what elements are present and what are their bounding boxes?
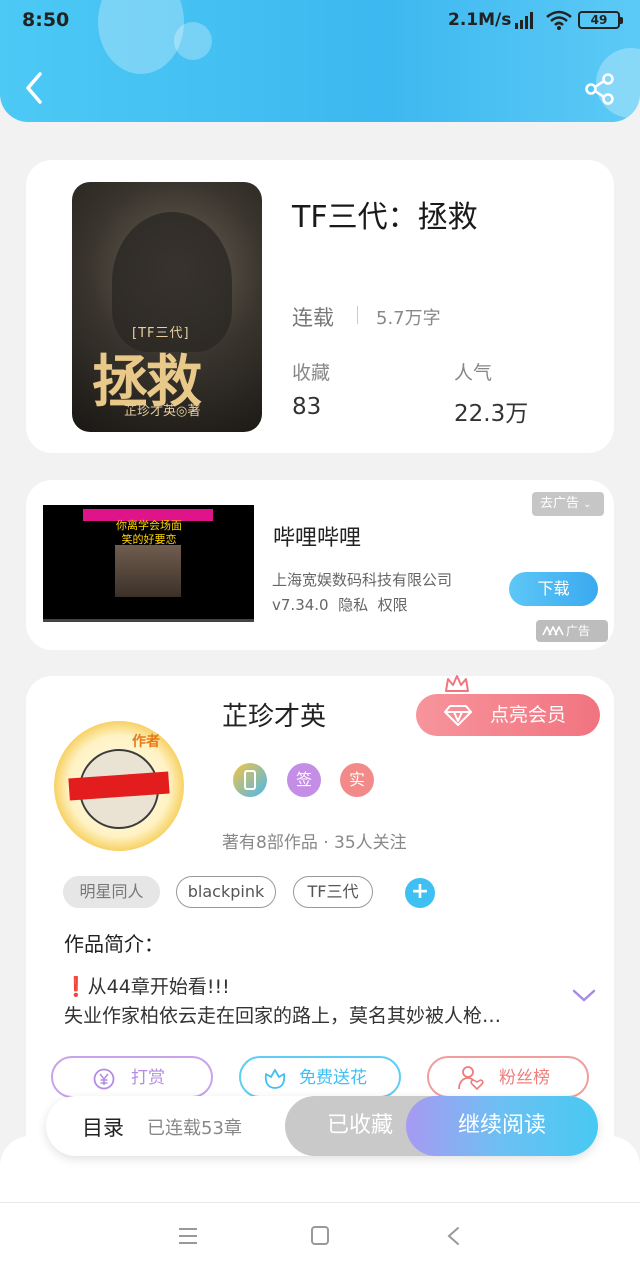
tag-pill[interactable]: 明星同人 [63, 876, 160, 908]
toc-label[interactable]: 目录 [82, 1112, 124, 1142]
intro-line: 失业作家柏依云走在回家的路上，莫名其妙被人枪… [64, 1005, 502, 1027]
ad-badge-label: 广告 [566, 624, 591, 638]
signed-badge[interactable]: 签 [287, 763, 321, 797]
ad-badge[interactable]: 广告 [536, 620, 608, 642]
signal-icon [515, 12, 533, 29]
phone-badge-icon[interactable] [233, 763, 267, 797]
cover-author: 芷珍才英◎著 [124, 404, 201, 419]
toc-count: 已连载53章 [147, 1118, 242, 1139]
phone-icon [244, 770, 256, 790]
ad-version-info[interactable]: v7.34.0 隐私 权限 [272, 594, 408, 615]
status-time: 8:50 [22, 9, 70, 31]
author-name[interactable]: 芷珍才英 [222, 696, 326, 733]
fans-ranking-button[interactable]: 粉丝榜 [427, 1056, 589, 1098]
wifi-icon [546, 10, 572, 30]
tag-pill[interactable]: TF三代 [293, 876, 373, 908]
ad-video-progress [43, 619, 254, 622]
ad-app-name: 哔哩哔哩 [273, 526, 362, 551]
back-nav-icon[interactable] [444, 1226, 464, 1246]
reward-button[interactable]: 打赏 [51, 1056, 213, 1098]
divider [357, 306, 358, 324]
popularity-label: 人气 [454, 362, 493, 384]
network-speed: 2.1M/s [448, 10, 512, 30]
verified-badge[interactable]: 实 [340, 763, 374, 797]
share-icon[interactable] [584, 73, 616, 105]
free-flower-button[interactable]: 免费送花 [239, 1056, 401, 1098]
add-tag-button[interactable]: + [405, 878, 435, 908]
book-cover[interactable]: [TF三代] 拯救 芷珍才英◎著 [72, 182, 262, 432]
chevron-down-icon: ⌄ [583, 499, 592, 510]
author-avatar[interactable]: 作者 [54, 721, 184, 851]
download-button[interactable]: 下载 [509, 572, 598, 606]
user-heart-icon [458, 1066, 484, 1091]
flower-label: 免费送花 [299, 1068, 367, 1088]
chevron-left-icon[interactable] [22, 70, 46, 106]
favorites-label: 收藏 [292, 362, 331, 384]
ad-video[interactable]: 你离学会场面 笑的好要恋 [43, 505, 254, 622]
book-title: TF三代：拯救 [292, 200, 478, 235]
status-bar: 8:50 2.1M/s 49 [0, 0, 640, 40]
author-stats: 著有8部作品 · 35人关注 [222, 833, 407, 853]
ad-logo-icon [542, 626, 564, 636]
battery-indicator: 49 [578, 11, 623, 29]
crown-icon [445, 675, 469, 692]
book-status: 连载 [292, 306, 334, 330]
header-bar: 8:50 2.1M/s 49 [0, 0, 640, 122]
vip-label: 点亮会员 [490, 704, 567, 726]
intro-label: 作品简介： [64, 932, 164, 956]
book-info-card: [TF三代] 拯救 芷珍才英◎著 TF三代：拯救 连载 5.7万字 收藏 83 … [26, 160, 614, 453]
coin-icon [93, 1068, 115, 1090]
vip-button[interactable]: 点亮会员 [416, 694, 600, 736]
home-icon[interactable] [309, 1226, 331, 1246]
ad-video-headline: 你离学会场面 笑的好要恋 [116, 519, 182, 546]
remove-ad-button[interactable]: 去广告 ⌄ [532, 492, 604, 516]
diamond-icon [444, 705, 472, 726]
popularity-value: 22.3万 [454, 401, 529, 427]
ad-card[interactable]: 你离学会场面 笑的好要恋 哔哩哔哩 上海宽娱数码科技有限公司 v7.34.0 隐… [26, 480, 614, 650]
fans-label: 粉丝榜 [499, 1068, 550, 1088]
flower-icon [264, 1069, 286, 1089]
favorites-value: 83 [292, 394, 322, 420]
bottom-panel [0, 1136, 640, 1280]
reward-label: 打赏 [131, 1068, 165, 1088]
ad-video-image [115, 545, 181, 597]
continue-reading-button[interactable]: 继续阅读 [406, 1096, 598, 1156]
ad-company: 上海宽娱数码科技有限公司 [272, 571, 453, 589]
avatar-tag: 作者 [132, 734, 160, 750]
intro-line: ❗从44章开始看!!! [64, 976, 230, 998]
remove-ad-label: 去广告 [540, 496, 580, 511]
tag-pill[interactable]: blackpink [176, 876, 276, 908]
menu-icon[interactable] [176, 1226, 200, 1246]
word-count: 5.7万字 [376, 308, 441, 329]
chevron-down-icon[interactable] [572, 988, 596, 1004]
divider [0, 1202, 640, 1203]
